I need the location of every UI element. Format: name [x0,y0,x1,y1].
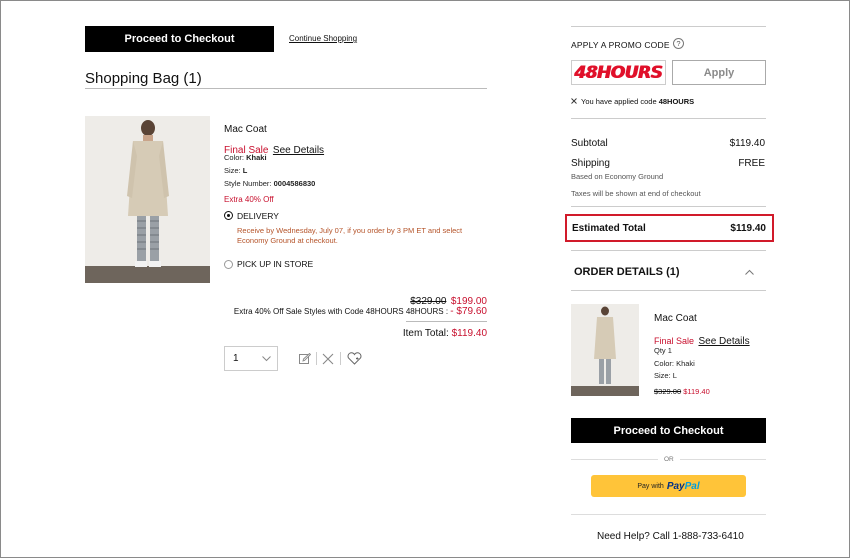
order-item-name: Mac Coat [654,313,697,324]
chevron-up-icon[interactable] [745,269,754,275]
divider [85,88,487,89]
product-style-number: Style Number: 0004586830 [224,179,316,188]
proceed-to-checkout-button[interactable]: Proceed to Checkout [85,26,274,52]
subtotal-label: Subtotal [571,138,608,149]
divider [571,118,766,119]
promo-code-input[interactable]: 48HOURS [571,60,666,85]
promo-discount-line: Extra 40% Off Sale Styles with Code 48HO… [233,306,487,317]
see-details-link[interactable]: See Details [273,145,324,156]
help-phone-text[interactable]: Need Help? Call 1-888-733-6410 [597,531,744,542]
order-details-title[interactable]: ORDER DETAILS (1) [574,266,680,278]
divider [571,26,766,27]
close-icon[interactable] [571,98,577,104]
continue-shopping-link[interactable]: Continue Shopping [289,34,357,43]
promo-code-value: 48HOURS [574,62,662,83]
apply-button[interactable]: Apply [672,60,766,85]
order-item-price: $329.00 $119.40 [654,387,710,396]
product-name[interactable]: Mac Coat [224,124,267,135]
shipping-method: Based on Economy Ground [571,172,664,181]
remove-icon[interactable] [322,353,334,365]
pickup-radio[interactable] [224,260,233,269]
order-item-color: Color: Khaki [654,359,695,368]
or-separator: OR [664,456,674,463]
chevron-down-icon [262,356,271,362]
proceed-to-checkout-button-2[interactable]: Proceed to Checkout [571,418,766,443]
quantity-select[interactable]: 1 [224,346,278,371]
order-item-qty: Qty 1 [654,346,672,355]
product-size: Size: L [224,166,248,175]
promo-title: APPLY A PROMO CODE [571,40,670,50]
divider [571,290,766,291]
edit-icon[interactable] [299,353,311,365]
estimated-total-box: Estimated Total $119.40 [565,214,774,242]
order-item-image [571,304,639,396]
divider [571,206,766,207]
divider [571,514,766,515]
product-image[interactable] [85,116,210,283]
pickup-label[interactable]: PICK UP IN STORE [237,259,313,269]
divider [406,321,487,322]
paypal-pay-with: Pay with [637,482,664,490]
paypal-logo: PayPal [666,480,700,492]
shipping-label: Shipping [571,158,610,169]
product-color: Color: Khaki [224,153,267,162]
page-title: Shopping Bag (1) [85,70,202,87]
delivery-note: Receive by Wednesday, July 07, if you or… [237,226,463,245]
wishlist-heart-icon[interactable] [347,352,362,365]
estimated-total-value: $119.40 [730,223,766,234]
divider [316,352,317,365]
subtotal-value: $119.40 [729,138,765,149]
divider [340,352,341,365]
delivery-label[interactable]: DELIVERY [237,211,279,221]
divider [571,250,766,251]
tax-note: Taxes will be shown at end of checkout [571,189,701,198]
divider [571,459,658,460]
paypal-button[interactable]: Pay with PayPal [591,475,746,497]
estimated-total-label: Estimated Total [572,223,646,234]
order-item-size: Size: L [654,371,677,380]
order-see-details-link[interactable]: See Details [698,336,749,347]
delivery-radio[interactable] [224,211,233,220]
shipping-value: FREE [738,158,765,169]
item-total: Item Total: $119.40 [402,328,487,339]
applied-code-message: You have applied code 48HOURS [581,97,695,106]
discount-label: Extra 40% Off [224,195,274,204]
divider [680,459,766,460]
help-icon[interactable]: ? [673,38,684,49]
